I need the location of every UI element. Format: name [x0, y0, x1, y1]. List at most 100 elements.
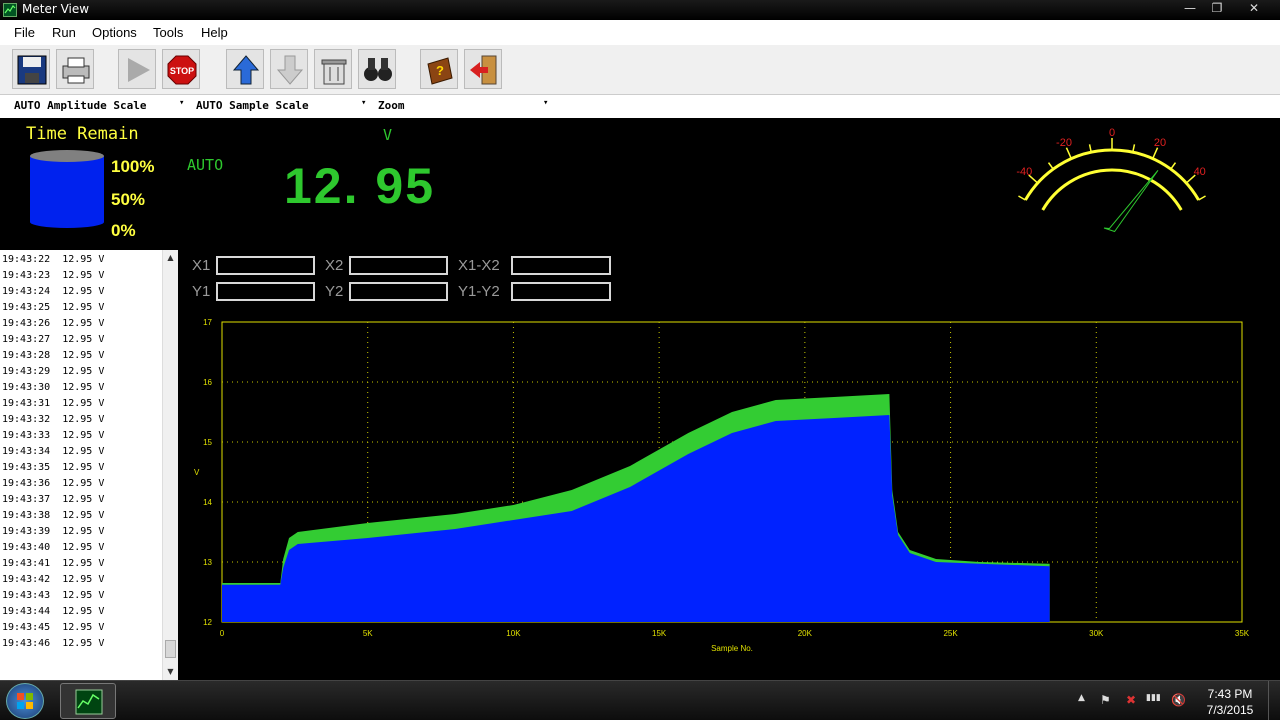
- gauge-tick: [1170, 162, 1177, 170]
- gauge-tick: [1065, 147, 1073, 159]
- gauge-tick-label: 40: [1194, 166, 1206, 178]
- log-entry: 19:43:30 12.95 V: [2, 382, 105, 393]
- menu-options[interactable]: Options: [92, 25, 137, 40]
- menu-run[interactable]: Run: [52, 25, 76, 40]
- tray-expand-icon[interactable]: ▲: [1078, 693, 1085, 703]
- play-icon: [128, 58, 150, 82]
- log-entry: 19:43:39 12.95 V: [2, 526, 105, 537]
- taskbar: ▲ ⚑ ✖ ▮▮▮ 🔇 7:43 PM 7/3/2015: [0, 680, 1280, 720]
- log-scrollbar[interactable]: ▲ ▼: [162, 250, 178, 680]
- y-axis-label: V: [194, 468, 200, 477]
- log-entry: 19:43:33 12.95 V: [2, 430, 105, 441]
- windows-logo-icon: [17, 693, 33, 709]
- meter-view-task-button[interactable]: [60, 683, 116, 719]
- chevron-down-icon[interactable]: ▾: [543, 98, 548, 108]
- clock-time: 7:43 PM: [1207, 687, 1253, 701]
- chevron-down-icon[interactable]: ▾: [179, 98, 184, 108]
- maximize-button[interactable]: ❐: [1203, 0, 1231, 18]
- unit-label: V: [383, 126, 393, 144]
- signal-icon[interactable]: ▮▮▮: [1146, 693, 1161, 703]
- amplitude-scale-select[interactable]: AUTO Amplitude Scale ▾: [14, 98, 190, 115]
- sample-scale-select[interactable]: AUTO Sample Scale ▾: [196, 98, 372, 115]
- minimize-button[interactable]: —: [1176, 0, 1204, 18]
- window-title: Meter View: [22, 2, 90, 16]
- log-entry: 19:43:36 12.95 V: [2, 478, 105, 489]
- log-entry: 19:43:22 12.95 V: [2, 254, 105, 265]
- x-tick-label: 0: [220, 629, 225, 638]
- log-entry: 19:43:40 12.95 V: [2, 542, 105, 553]
- volume-muted-icon[interactable]: 🔇: [1171, 693, 1186, 707]
- log-entry: 19:43:29 12.95 V: [2, 366, 105, 377]
- time-remain-label: Time Remain: [26, 124, 139, 144]
- x-tick-label: 15K: [652, 629, 667, 638]
- upload-button[interactable]: [226, 49, 264, 89]
- gauge-tick-label: -40: [1016, 166, 1032, 178]
- x-tick-label: 10K: [506, 629, 521, 638]
- log-entry: 19:43:41 12.95 V: [2, 558, 105, 569]
- scroll-down-icon[interactable]: ▼: [163, 664, 178, 680]
- menu-tools[interactable]: Tools: [153, 25, 183, 40]
- print-icon: [62, 57, 90, 84]
- gauge-tick: [1047, 162, 1054, 170]
- gauge-tick-label: -20: [1056, 137, 1072, 149]
- stop-icon: STOP: [167, 55, 197, 85]
- save-button[interactable]: [12, 49, 50, 89]
- menu-bar: File Run Options Tools Help: [0, 20, 1280, 45]
- scroll-up-icon[interactable]: ▲: [163, 250, 178, 266]
- menu-help[interactable]: Help: [201, 25, 228, 40]
- network-error-icon[interactable]: ✖: [1126, 693, 1136, 707]
- close-button[interactable]: ✕: [1236, 0, 1272, 18]
- svg-text:?: ?: [436, 63, 444, 78]
- y-tick-label: 17: [203, 318, 212, 327]
- waveform-chart[interactable]: 0 5K 10K 15K 20K 25K 30K 35K 12 13 14 15 16 17 Sample …: [190, 312, 1260, 657]
- chevron-down-icon[interactable]: ▾: [361, 98, 366, 108]
- x1-x2-label: X1-X2: [458, 257, 500, 274]
- meter-app-icon: [75, 689, 103, 715]
- find-button[interactable]: [358, 49, 396, 89]
- show-desktop-button[interactable]: [1268, 681, 1280, 720]
- clock-date: 7/3/2015: [1206, 703, 1254, 717]
- zoom-value: Zoom: [378, 99, 405, 112]
- analog-gauge: -40 -20 0 20 40: [1016, 127, 1206, 233]
- scroll-thumb[interactable]: [165, 640, 176, 658]
- help-button[interactable]: ?: [420, 49, 458, 89]
- y1-field: [216, 282, 315, 301]
- zoom-select[interactable]: Zoom ▾: [378, 98, 554, 115]
- save-icon: [17, 55, 47, 85]
- log-entry: 19:43:25 12.95 V: [2, 302, 105, 313]
- start-button[interactable]: [6, 683, 44, 719]
- meter-reading: 12. 95: [284, 158, 436, 214]
- log-entry: 19:43:23 12.95 V: [2, 270, 105, 281]
- stop-label: STOP: [170, 66, 194, 76]
- exit-button[interactable]: [464, 49, 502, 89]
- meter-view-window: Meter View — ❐ ✕ File Run Options Tools …: [0, 0, 1280, 720]
- y1-y2-label: Y1-Y2: [458, 283, 500, 300]
- y-tick-label: 12: [203, 618, 212, 627]
- gauge-tick-label: 20: [1154, 137, 1166, 149]
- gauge-needle: [1103, 170, 1159, 233]
- toolbar: STOP ?: [0, 45, 1280, 95]
- run-button[interactable]: [118, 49, 156, 89]
- log-entry: 19:43:35 12.95 V: [2, 462, 105, 473]
- scale-bar: AUTO Amplitude Scale ▾ AUTO Sample Scale…: [0, 95, 1280, 118]
- log-entry: 19:43:34 12.95 V: [2, 446, 105, 457]
- level-100: 100%: [111, 157, 155, 176]
- x1-x2-field: [511, 256, 611, 275]
- log-entry: 19:43:43 12.95 V: [2, 590, 105, 601]
- clear-button[interactable]: [314, 49, 352, 89]
- download-button[interactable]: [270, 49, 308, 89]
- menu-file[interactable]: File: [14, 25, 35, 40]
- tray-clock[interactable]: 7:43 PM 7/3/2015: [1200, 686, 1260, 718]
- exit-icon: [470, 55, 497, 85]
- sample-scale-value: AUTO Sample Scale: [196, 99, 309, 112]
- x2-field: [349, 256, 448, 275]
- x1-label: X1: [192, 257, 211, 274]
- binoculars-icon: [364, 58, 392, 81]
- stop-button[interactable]: STOP: [162, 49, 200, 89]
- print-button[interactable]: [56, 49, 94, 89]
- y1-y2-field: [511, 282, 611, 301]
- action-center-icon[interactable]: ⚑: [1100, 693, 1111, 707]
- gauge-tick: [1198, 195, 1206, 201]
- download-arrow-icon: [276, 55, 304, 85]
- level-50: 50%: [111, 190, 146, 209]
